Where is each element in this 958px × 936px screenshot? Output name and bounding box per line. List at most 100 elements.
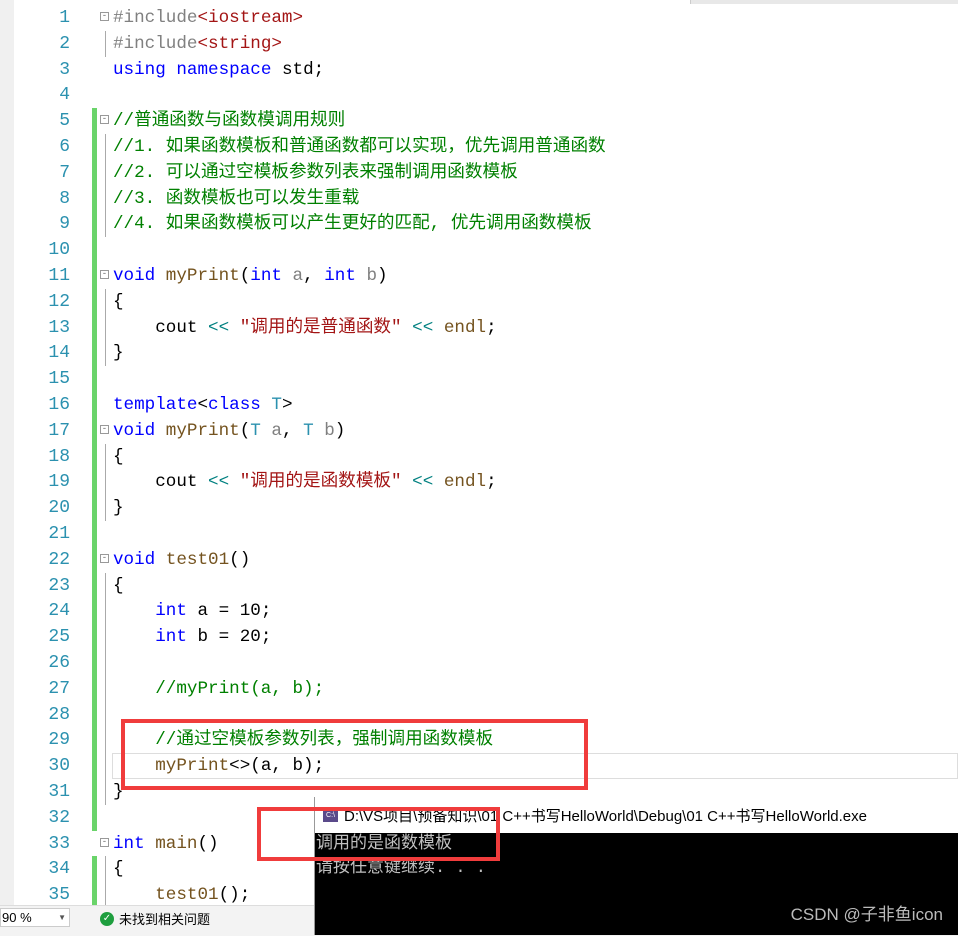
code-text: void test01()	[113, 547, 250, 573]
code-line[interactable]: 14}	[0, 340, 958, 367]
line-number: 15	[48, 369, 70, 390]
code-line[interactable]: 11- void myPrint(int a, int b)	[0, 263, 958, 289]
code-line[interactable]: 17- void myPrint(T a, T b)	[0, 417, 958, 444]
code-line[interactable]: 4	[0, 82, 958, 108]
code-line[interactable]: 6 //1. 如果函数模板和普通函数都可以实现，优先调用普通函数	[0, 134, 958, 160]
change-indicator	[92, 701, 97, 728]
code-token: <<	[412, 472, 434, 493]
code-line[interactable]: 13 cout << "调用的是普通函数" << endl;	[0, 314, 958, 341]
fold-guide	[105, 495, 106, 522]
change-indicator	[92, 521, 97, 547]
code-line[interactable]: 1 - #include<iostream>	[0, 5, 958, 31]
code-token: myPrint	[165, 266, 240, 286]
fold-guide	[105, 650, 106, 676]
code-line[interactable]: 21	[0, 521, 958, 547]
issues-indicator[interactable]: ✓ 未找到相关问题	[100, 909, 210, 928]
code-token: //myPrint(a, b);	[113, 678, 325, 699]
line-number: 11	[48, 266, 70, 286]
code-token: <<	[412, 317, 434, 338]
code-line[interactable]: 10	[0, 237, 958, 264]
collapse-icon[interactable]: -	[100, 270, 109, 279]
code-token: T	[271, 395, 282, 415]
highlight-box-code	[121, 719, 588, 790]
code-line[interactable]: 3 using namespace std;	[0, 57, 958, 83]
code-line[interactable]: 19 cout << "调用的是函数模板" << endl;	[0, 469, 958, 496]
code-text: //3. 函数模板也可以发生重载	[113, 186, 359, 212]
line-number: 32	[48, 807, 70, 828]
code-line[interactable]: 15	[0, 366, 958, 393]
line-number: 18	[48, 446, 70, 467]
code-token: ();	[218, 885, 251, 906]
highlight-box-output	[257, 807, 500, 861]
code-text: //1. 如果函数模板和普通函数都可以实现，优先调用普通函数	[113, 134, 606, 160]
code-line[interactable]: 5 -//普通函数与函数模调用规则	[0, 108, 958, 135]
code-token: test01	[155, 885, 219, 906]
change-indicator	[92, 804, 97, 831]
code-line[interactable]: 24 int a = 10;	[0, 598, 958, 625]
line-number: 7	[59, 162, 70, 183]
collapse-icon[interactable]: -	[100, 424, 109, 434]
code-line[interactable]: 18 {	[0, 443, 958, 470]
code-text: cout << "调用的是普通函数" << endl;	[113, 315, 496, 341]
code-line[interactable]: 23 {	[0, 572, 958, 599]
change-indicator	[92, 314, 97, 341]
line-number: 12	[48, 291, 70, 312]
line-number: 1	[59, 8, 70, 28]
line-number: 26	[48, 653, 70, 673]
fold-guide	[105, 701, 106, 728]
code-line[interactable]: 9 //4. 如果函数模板可以产生更好的匹配, 优先调用函数模板	[0, 211, 958, 238]
code-line[interactable]: 26	[0, 650, 958, 676]
code-text: int a = 10;	[113, 598, 271, 624]
change-indicator	[92, 779, 97, 805]
code-line[interactable]: 2 #include<string>	[0, 30, 958, 57]
code-line[interactable]: 16 template<class T>	[0, 392, 958, 418]
code-token: <	[197, 395, 209, 415]
code-line[interactable]: 25 int b = 20;	[0, 624, 958, 651]
watermark: CSDN @子非鱼icon	[790, 905, 943, 924]
code-token: std;	[271, 59, 325, 80]
line-number: 30	[48, 756, 70, 777]
fold-guide	[105, 159, 106, 186]
code-line[interactable]: 7 //2. 可以通过空模板参数列表来强制调用函数模板	[0, 159, 958, 186]
code-token: b = 20;	[186, 627, 272, 648]
code-token: template	[113, 395, 198, 415]
line-number: 33	[48, 833, 70, 854]
line-number: 34	[48, 859, 70, 880]
change-indicator	[92, 495, 97, 522]
change-indicator	[92, 134, 97, 160]
line-number: 22	[48, 549, 70, 570]
code-text: #include<string>	[113, 31, 282, 57]
collapse-icon[interactable]: -	[100, 837, 109, 847]
code-token: }	[113, 343, 124, 364]
change-indicator	[92, 340, 97, 367]
code-token: myPrint	[165, 420, 240, 441]
zoom-dropdown[interactable]: 90 % ▼	[0, 908, 70, 927]
code-token: <<	[208, 317, 230, 338]
collapse-icon[interactable]: -	[100, 553, 109, 563]
code-token: (	[239, 420, 251, 441]
collapse-icon[interactable]: -	[100, 12, 109, 21]
code-text: {	[113, 444, 124, 470]
code-token: >	[281, 395, 293, 415]
horizontal-scrollbar[interactable]	[690, 0, 958, 4]
code-line[interactable]: 27 //myPrint(a, b);	[0, 675, 958, 702]
code-line[interactable]: 12 {	[0, 288, 958, 315]
change-indicator	[92, 443, 97, 470]
fold-guide	[105, 288, 106, 315]
code-token: b	[366, 266, 378, 286]
code-line[interactable]: 22 - void test01()	[0, 546, 958, 573]
check-circle-icon: ✓	[100, 911, 114, 926]
code-line[interactable]: 20}	[0, 495, 958, 522]
change-indicator	[92, 108, 97, 135]
code-token: <string>	[197, 33, 282, 54]
code-token: void	[113, 266, 156, 286]
change-indicator	[92, 392, 97, 418]
code-line[interactable]: 8 //3. 函数模板也可以发生重载	[0, 185, 958, 212]
code-text: int b = 20;	[113, 624, 271, 650]
collapse-icon[interactable]: -	[100, 115, 109, 125]
